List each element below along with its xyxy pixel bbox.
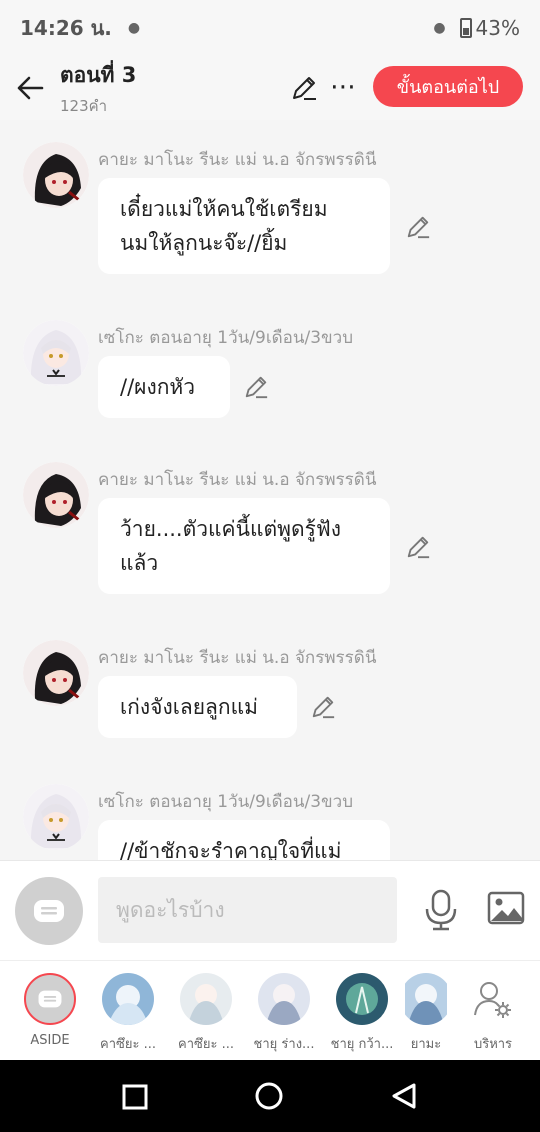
status-bar: 14:26 น. ● ● 43% bbox=[0, 0, 540, 56]
avatar-kaya[interactable] bbox=[23, 462, 89, 528]
message-bubble[interactable]: //ผงกหัว bbox=[98, 356, 230, 418]
character-item[interactable]: ชายุ ร่าง... bbox=[249, 973, 319, 1054]
sender-name: เซโกะ ตอนอายุ 1วัน/9เดือน/3ขวบ bbox=[98, 792, 354, 812]
next-step-button[interactable]: ขั้นตอนต่อไป bbox=[373, 66, 523, 107]
sender-name: คายะ มาโนะ รีนะ แม่ น.อ จักรพรรดินี bbox=[98, 470, 377, 490]
manage-characters-button[interactable]: บริหาร bbox=[458, 973, 528, 1054]
character-avatar bbox=[336, 973, 388, 1025]
aside-avatar bbox=[24, 973, 76, 1025]
aside-character[interactable]: ASIDE bbox=[15, 973, 85, 1048]
message-line: เก่งจังเลยลูกแม่ bbox=[120, 695, 259, 719]
edit-message-button[interactable] bbox=[405, 534, 431, 560]
character-item[interactable]: คาซึยะ ... bbox=[171, 973, 241, 1054]
character-avatar bbox=[180, 973, 232, 1025]
status-time: 14:26 น. bbox=[20, 16, 112, 40]
signal-dot-icon: ● bbox=[433, 20, 446, 36]
battery-level: 43% bbox=[475, 16, 520, 40]
pencil-icon bbox=[407, 216, 430, 239]
message-input[interactable] bbox=[98, 877, 397, 943]
pencil-icon bbox=[245, 376, 268, 399]
character-name: ASIDE bbox=[30, 1033, 70, 1048]
character-name: คาซึยะ ... bbox=[178, 1037, 234, 1052]
message-line: เดี๋ยวแม่ให้คนใช้เตรียม bbox=[120, 197, 328, 221]
pencil-icon bbox=[312, 696, 335, 719]
message-line: ว้าย....ตัวแค่นี้แต่พูดรู้ฟัง bbox=[120, 517, 342, 541]
character-name: คาซึยะ ... bbox=[100, 1037, 156, 1052]
sender-name: เซโกะ ตอนอายุ 1วัน/9เดือน/3ขวบ bbox=[98, 328, 354, 348]
recents-button[interactable] bbox=[122, 1084, 148, 1114]
character-bar: ASIDE คาซึยะ ... คาซึยะ ... ชายุ ร่าง...… bbox=[0, 960, 540, 1060]
message-line: //ผงกหัว bbox=[120, 375, 196, 399]
character-name: ชายุ ร่าง... bbox=[253, 1037, 315, 1052]
voice-input-button[interactable] bbox=[424, 889, 458, 935]
manage-label: บริหาร bbox=[473, 1037, 513, 1052]
title-block: ตอนที่ 3 123คำ bbox=[60, 59, 136, 118]
character-name: ยามะ bbox=[410, 1037, 442, 1052]
message-bubble[interactable]: เก่งจังเลยลูกแม่ bbox=[98, 676, 297, 738]
circle-icon bbox=[255, 1082, 283, 1110]
home-button[interactable] bbox=[254, 1081, 284, 1115]
system-nav-bar bbox=[0, 1060, 540, 1132]
character-name: ชายุ กว้า... bbox=[330, 1037, 394, 1052]
avatar-seiko[interactable] bbox=[23, 784, 89, 850]
edit-message-button[interactable] bbox=[243, 374, 269, 400]
edit-message-button[interactable] bbox=[310, 694, 336, 720]
square-icon bbox=[122, 1084, 148, 1110]
pencil-icon bbox=[407, 536, 430, 559]
message-line: นมให้ลูกนะจ๊ะ//ยิ้ม bbox=[120, 231, 288, 255]
page-title: ตอนที่ 3 bbox=[60, 62, 137, 87]
manage-avatar bbox=[467, 973, 519, 1025]
message-bubble[interactable]: เดี๋ยวแม่ให้คนใช้เตรียม นมให้ลูกนะจ๊ะ//ย… bbox=[98, 178, 390, 274]
sender-name: คายะ มาโนะ รีนะ แม่ น.อ จักรพรรดินี bbox=[98, 150, 377, 170]
chat-bubble-icon bbox=[34, 900, 64, 922]
message-line: แล้ว bbox=[120, 551, 159, 575]
back-button[interactable] bbox=[0, 56, 60, 120]
chapter-header: ตอนที่ 3 123คำ ⋯ ขั้นตอนต่อไป bbox=[0, 56, 540, 120]
user-settings-icon bbox=[474, 982, 511, 1018]
avatar-seiko[interactable] bbox=[23, 320, 89, 386]
battery-icon bbox=[459, 18, 472, 38]
character-item[interactable]: คาซึยะ ... bbox=[93, 973, 163, 1054]
character-item[interactable]: ชายุ กว้า... bbox=[327, 973, 397, 1054]
message-bubble[interactable]: ว้าย....ตัวแค่นี้แต่พูดรู้ฟัง แล้ว bbox=[98, 498, 390, 594]
notification-dot-icon: ● bbox=[127, 20, 141, 36]
character-avatar bbox=[405, 973, 447, 1025]
chat-area[interactable]: คายะ มาโนะ รีนะ แม่ น.อ จักรพรรดินี เดี๋… bbox=[0, 120, 540, 860]
message-bubble[interactable]: //ข้าชักจะรำคาญใจที่แม่ bbox=[98, 820, 390, 860]
edit-title-button[interactable] bbox=[290, 74, 318, 106]
edit-message-button[interactable] bbox=[405, 214, 431, 240]
character-item[interactable]: ยามะ bbox=[405, 973, 447, 1054]
character-avatar bbox=[102, 973, 154, 1025]
more-options-icon[interactable]: ⋯ bbox=[330, 72, 357, 102]
message-line: //ข้าชักจะรำคาญใจที่แม่ bbox=[120, 839, 342, 860]
avatar-kaya[interactable] bbox=[23, 640, 89, 706]
compose-bar bbox=[0, 860, 540, 960]
triangle-back-icon bbox=[392, 1083, 416, 1109]
arrow-left-icon bbox=[17, 76, 44, 100]
chat-bubble-icon bbox=[38, 990, 62, 1008]
sender-name: คายะ มาโนะ รีนะ แม่ น.อ จักรพรรดินี bbox=[98, 648, 377, 668]
character-avatar bbox=[258, 973, 310, 1025]
microphone-icon bbox=[425, 889, 457, 931]
back-nav-button[interactable] bbox=[390, 1082, 418, 1114]
pencil-icon bbox=[293, 77, 316, 100]
insert-image-button[interactable] bbox=[487, 891, 525, 929]
word-count: 123คำ bbox=[60, 96, 108, 115]
image-icon bbox=[487, 891, 525, 925]
avatar-kaya[interactable] bbox=[23, 142, 89, 208]
aside-toggle-button[interactable] bbox=[15, 877, 83, 945]
